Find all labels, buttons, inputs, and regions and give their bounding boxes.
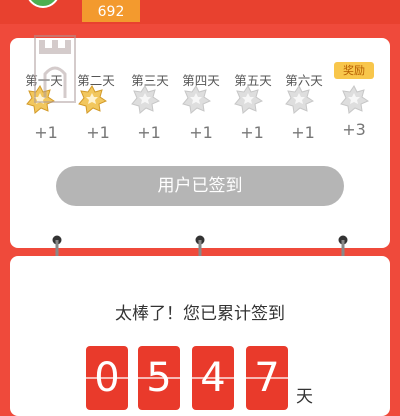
reward-badge: 奖励 — [334, 62, 374, 79]
points-reward: +3 — [342, 120, 366, 139]
points-day5: +1 — [240, 123, 264, 142]
points-day1: +1 — [34, 123, 58, 142]
points-day3: +1 — [137, 123, 161, 142]
medal-day4-icon — [182, 85, 211, 114]
medal-reward-icon — [340, 85, 369, 114]
medal-day2-icon — [78, 85, 107, 114]
header-bar — [0, 0, 400, 24]
cumulative-message: 太棒了！您已累计签到 — [115, 304, 285, 324]
score-badge: 692 — [82, 0, 140, 22]
counter-digit-2: 5 — [138, 346, 180, 410]
medal-day6-icon — [285, 85, 314, 114]
counter-digit-1: 0 — [86, 346, 128, 410]
points-day6: +1 — [291, 123, 315, 142]
points-day2: +1 — [86, 123, 110, 142]
counter-unit: 天 — [296, 387, 313, 407]
medal-day3-icon — [131, 85, 160, 114]
medal-day5-icon — [234, 85, 263, 114]
points-day4: +1 — [189, 123, 213, 142]
signed-in-button[interactable]: 用户已签到 — [56, 166, 344, 206]
castle-watermark-icon — [34, 35, 76, 103]
counter-digit-3: 4 — [192, 346, 234, 410]
counter-digit-4: 7 — [246, 346, 288, 410]
